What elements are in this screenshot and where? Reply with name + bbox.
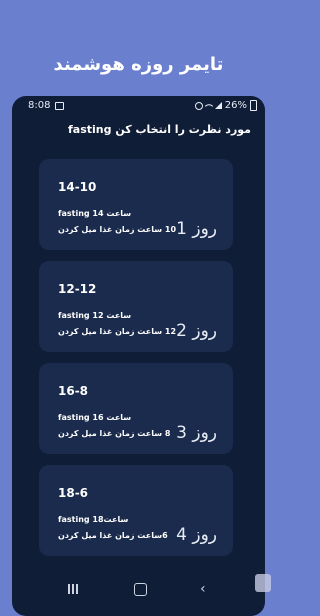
day-label: روز 2 <box>176 321 217 341</box>
eating-hours: 6ساعت زمان غذا میل کردن <box>58 531 168 540</box>
day-label: روز 3 <box>176 423 217 443</box>
phone-screen: 8:08 26% مورد نظرت را انتخاب کن fasting … <box>12 96 265 616</box>
battery-percent: 26% <box>224 100 247 111</box>
fasting-hours: fasting 18ساعت <box>58 515 129 524</box>
navigation-bar: ‹ <box>12 578 265 602</box>
wifi-icon <box>204 101 214 110</box>
plan-card-16-8[interactable]: 16-8 fasting 16 ساعت 8 ساعت زمان غذا میل… <box>39 363 233 454</box>
alarm-icon <box>194 101 203 110</box>
back-icon[interactable]: ‹ <box>200 582 206 596</box>
fasting-hours: fasting 14 ساعت <box>58 209 132 218</box>
recent-apps-icon[interactable] <box>68 584 78 594</box>
image-notification-icon <box>55 101 65 110</box>
plan-ratio: 12-12 <box>58 282 97 296</box>
status-time: 8:08 <box>28 100 51 111</box>
fasting-hours: fasting 16 ساعت <box>58 413 132 422</box>
battery-icon <box>250 100 257 111</box>
day-label: روز 1 <box>176 219 217 239</box>
day-label: روز 4 <box>176 525 217 545</box>
signal-icon <box>214 102 222 109</box>
plan-card-12-12[interactable]: 12-12 fasting 12 ساعت 12 ساعت زمان غذا م… <box>39 261 233 352</box>
plan-ratio: 16-8 <box>58 384 89 398</box>
page-header: مورد نظرت را انتخاب کن fasting <box>68 123 251 136</box>
store-watermark-icon <box>255 574 271 592</box>
promo-title: تایمر روزه هوشمند <box>53 54 224 75</box>
plan-card-14-10[interactable]: 14-10 fasting 14 ساعت 10 ساعت زمان غذا م… <box>39 159 233 250</box>
plan-card-18-6[interactable]: 18-6 fasting 18ساعت 6ساعت زمان غذا میل ک… <box>39 465 233 556</box>
plan-ratio: 14-10 <box>58 180 97 194</box>
home-icon[interactable] <box>134 583 147 596</box>
eating-hours: 8 ساعت زمان غذا میل کردن <box>58 429 171 438</box>
status-bar: 8:08 26% <box>12 96 265 116</box>
eating-hours: 12 ساعت زمان غذا میل کردن <box>58 327 177 336</box>
plan-ratio: 18-6 <box>58 486 89 500</box>
eating-hours: 10 ساعت زمان غذا میل کردن <box>58 225 177 234</box>
fasting-hours: fasting 12 ساعت <box>58 311 132 320</box>
